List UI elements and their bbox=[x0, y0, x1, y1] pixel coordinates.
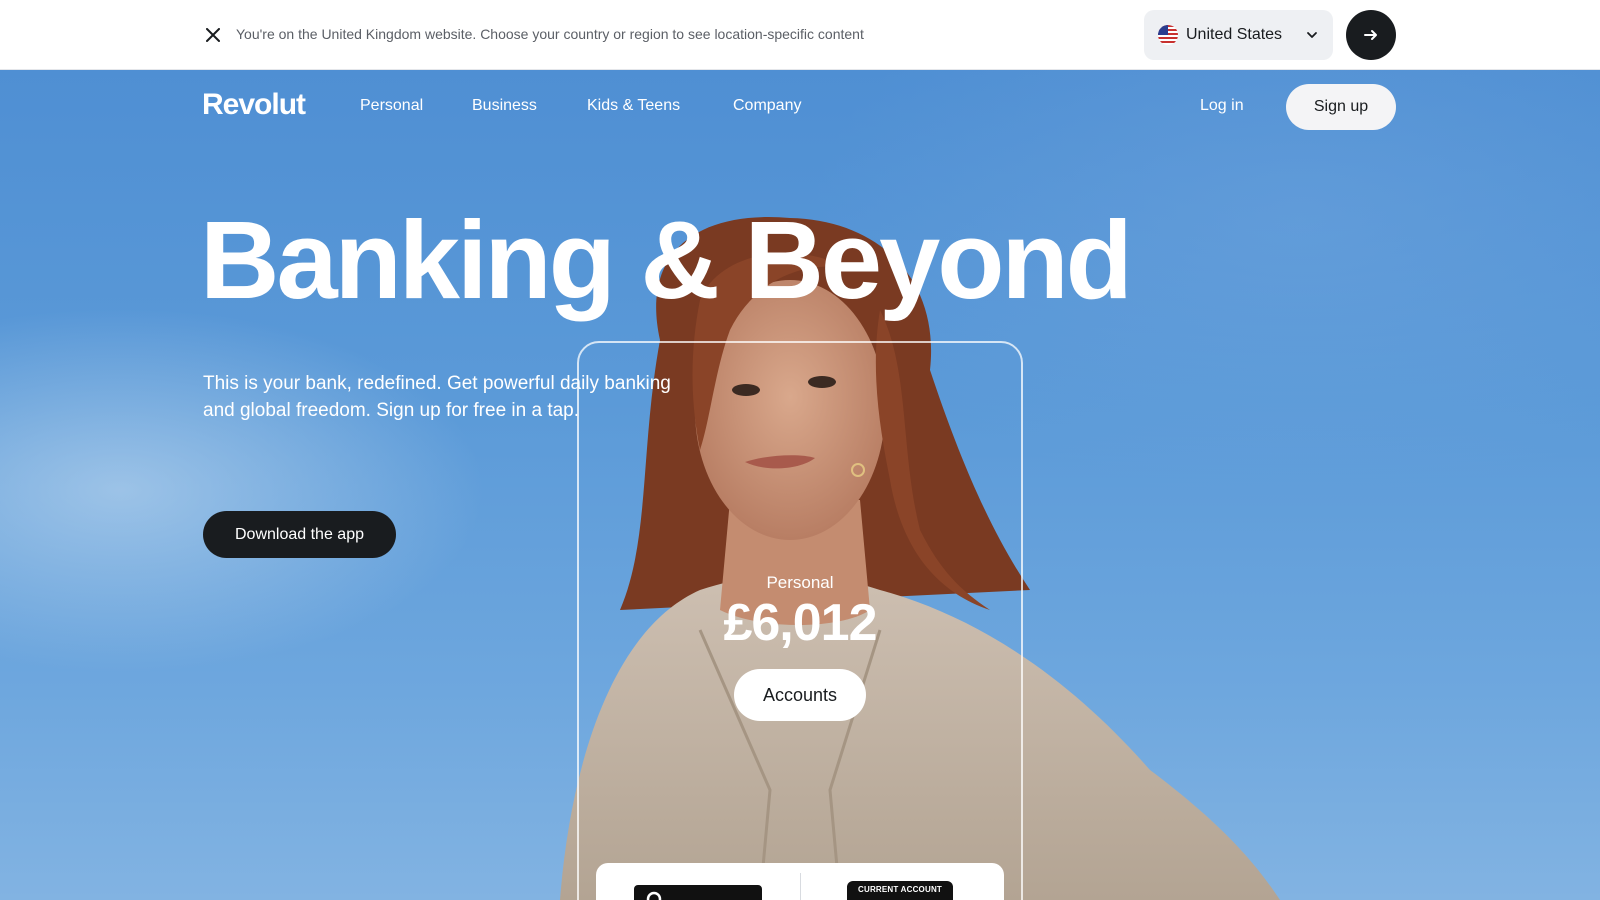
region-banner: You're on the United Kingdom website. Ch… bbox=[0, 0, 1600, 70]
card-chip-icon bbox=[646, 891, 662, 900]
country-select[interactable]: United States bbox=[1144, 10, 1333, 60]
close-icon bbox=[206, 28, 220, 42]
accounts-button[interactable]: Accounts bbox=[734, 669, 866, 721]
nav-kids-teens[interactable]: Kids & Teens bbox=[587, 97, 680, 115]
signup-button[interactable]: Sign up bbox=[1286, 84, 1396, 130]
download-app-button[interactable]: Download the app bbox=[203, 511, 396, 558]
login-link[interactable]: Log in bbox=[1200, 97, 1244, 115]
nav-company[interactable]: Company bbox=[733, 97, 801, 115]
nav-personal[interactable]: Personal bbox=[360, 97, 423, 115]
arrow-right-icon bbox=[1364, 30, 1377, 40]
revolut-logo[interactable]: Revolut bbox=[202, 88, 306, 122]
chevron-down-icon bbox=[1307, 32, 1317, 38]
hero-section: Revolut Personal Business Kids & Teens C… bbox=[0, 70, 1600, 900]
country-name: United States bbox=[1186, 26, 1283, 43]
current-account-card: CURRENT ACCOUNT bbox=[847, 881, 953, 900]
confirm-country-button[interactable] bbox=[1346, 10, 1396, 60]
account-cards-panel: CURRENT ACCOUNT bbox=[596, 863, 1004, 900]
nav-business[interactable]: Business bbox=[472, 97, 537, 115]
us-flag-icon bbox=[1158, 25, 1178, 45]
close-banner-button[interactable] bbox=[202, 24, 224, 46]
account-balance: £6,012 bbox=[723, 594, 877, 652]
card-divider bbox=[800, 873, 801, 900]
hero-headline: Banking & Beyond bbox=[200, 199, 1133, 322]
region-message: You're on the United Kingdom website. Ch… bbox=[236, 26, 864, 42]
card-thumbnail bbox=[634, 885, 762, 900]
account-type-label: Personal bbox=[766, 573, 834, 592]
account-label-wrap: Personal bbox=[577, 573, 1023, 593]
